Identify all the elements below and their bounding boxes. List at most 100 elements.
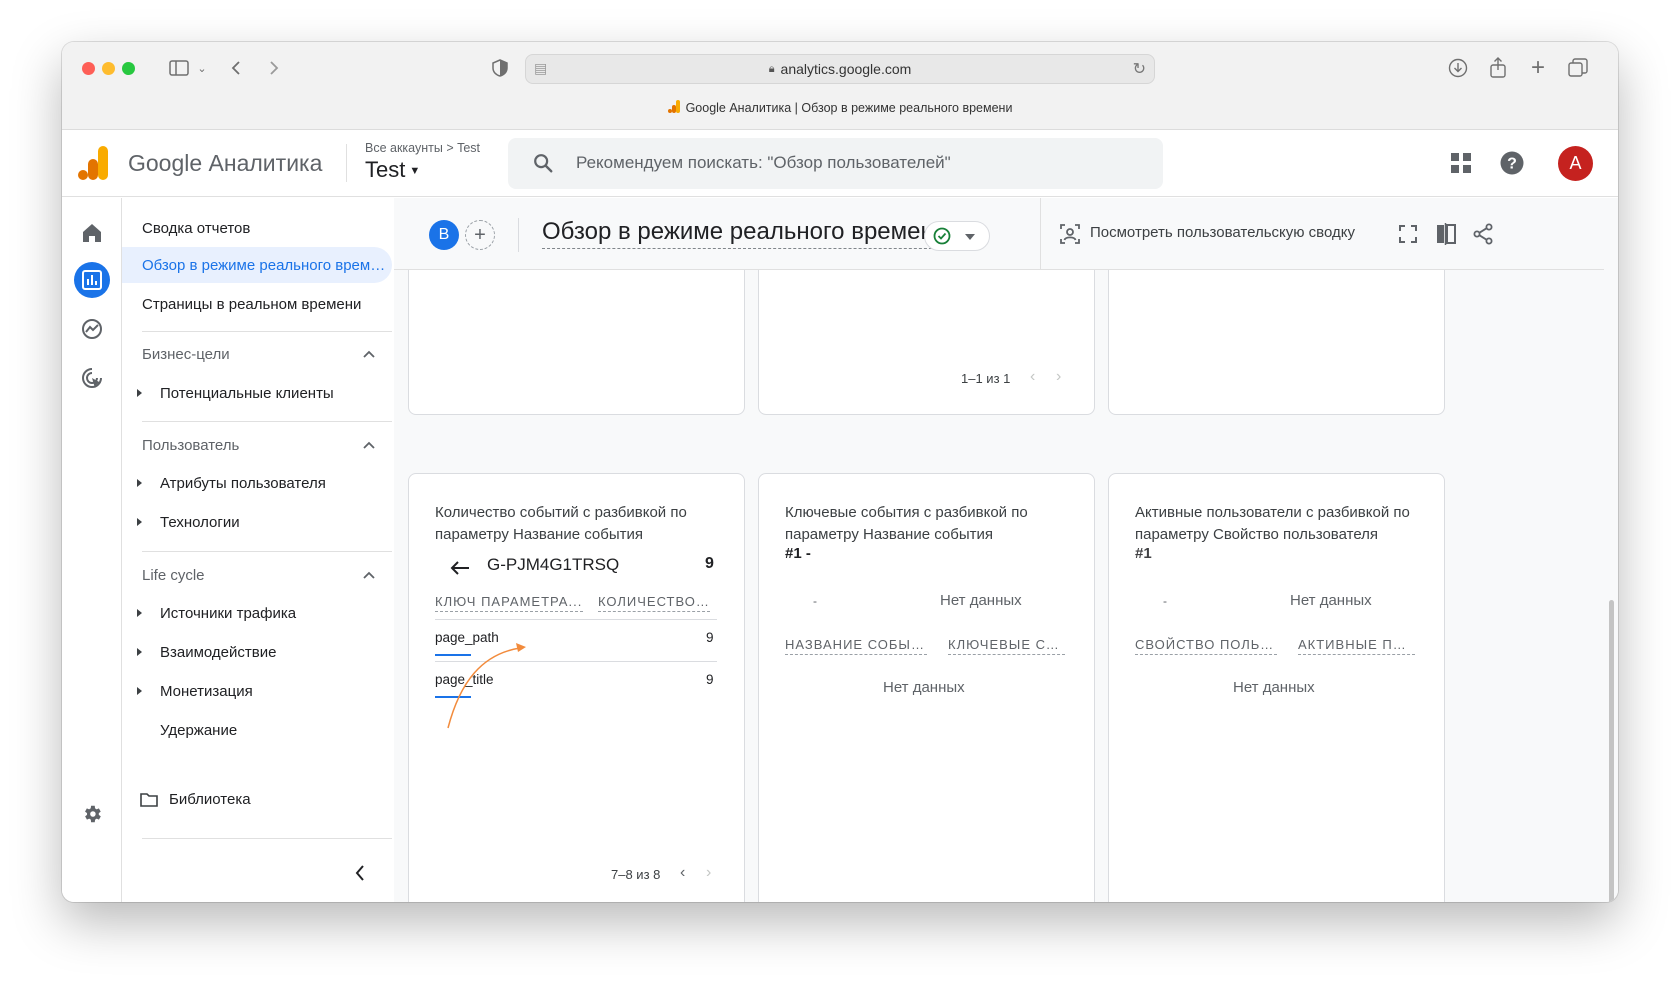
- new-tab-icon[interactable]: +: [1526, 54, 1550, 81]
- column-header-count[interactable]: КОЛИЧЕСТВО ...: [598, 594, 710, 612]
- nav-item-acquisition[interactable]: Источники трафика: [160, 605, 296, 622]
- column-header-param-key[interactable]: КЛЮЧ ПАРАМЕТРА...: [435, 594, 583, 612]
- nav-realtime-pages[interactable]: Страницы в реальном времени: [142, 296, 361, 313]
- home-icon: [83, 224, 101, 242]
- no-data-label: Нет данных: [940, 592, 1022, 609]
- zoom-window-button[interactable]: [122, 62, 135, 75]
- comparison-b-chip[interactable]: B: [429, 220, 459, 250]
- nav-item-engagement[interactable]: Взаимодействие: [160, 644, 276, 661]
- dash-label: -: [1163, 594, 1167, 608]
- pagination-label: 1–1 из 1: [961, 371, 1011, 386]
- next-page-icon[interactable]: ›: [706, 864, 711, 882]
- address-bar[interactable]: ▤ 🔒︎ analytics.google.com ↻: [525, 54, 1155, 84]
- forward-icon[interactable]: [264, 56, 284, 80]
- url-text: analytics.google.com: [780, 61, 912, 77]
- dropdown-arrow-icon: ▼: [409, 165, 421, 177]
- close-window-button[interactable]: [82, 62, 95, 75]
- column-header-active-users[interactable]: АКТИВНЫЕ ПО...: [1298, 637, 1415, 655]
- nav-item-tech[interactable]: Технологии: [160, 514, 240, 531]
- prev-page-icon[interactable]: ‹: [680, 864, 685, 882]
- view-user-snapshot-button[interactable]: Посмотреть пользовательскую сводку: [1090, 224, 1355, 241]
- nav-item-user-attributes[interactable]: Атрибуты пользователя: [160, 475, 326, 492]
- help-icon[interactable]: ?: [1498, 149, 1526, 177]
- user-snapshot-icon[interactable]: [1058, 222, 1082, 246]
- back-arrow-icon[interactable]: [450, 560, 470, 576]
- sidebar-toggle-icon[interactable]: [168, 56, 190, 80]
- account-breadcrumb[interactable]: Все аккаунты > Test: [365, 141, 480, 155]
- chevron-up-icon[interactable]: [362, 349, 376, 359]
- explore-button[interactable]: [74, 311, 110, 347]
- fullscreen-icon[interactable]: [1396, 222, 1420, 246]
- tab-title: Google Аналитика | Обзор в режиме реальн…: [685, 101, 1013, 115]
- svg-text:?: ?: [1507, 156, 1517, 173]
- nav-item-leads[interactable]: Потенциальные клиенты: [160, 385, 334, 402]
- scrollbar[interactable]: [1609, 600, 1614, 902]
- annotation-arrow-icon: [447, 643, 526, 729]
- search-placeholder: Рекомендуем поискать: "Обзор пользовател…: [576, 153, 951, 172]
- explore-icon: [82, 319, 102, 339]
- reload-icon[interactable]: ↻: [1133, 59, 1146, 79]
- minimize-window-button[interactable]: [102, 62, 115, 75]
- next-page-icon[interactable]: ›: [1056, 368, 1061, 386]
- search-bar[interactable]: Рекомендуем поискать: "Обзор пользовател…: [508, 138, 1163, 189]
- card-title: Количество событий с разбивкой по параме…: [435, 504, 687, 543]
- chevron-up-icon[interactable]: [362, 440, 376, 450]
- home-button[interactable]: [74, 215, 110, 251]
- nav-item-retention[interactable]: Удержание: [160, 722, 237, 739]
- folder-icon: [140, 793, 158, 807]
- drilldown-count: 9: [705, 555, 714, 572]
- table-no-data-label: Нет данных: [883, 679, 965, 696]
- downloads-icon[interactable]: [1446, 56, 1470, 80]
- back-icon[interactable]: [226, 56, 246, 80]
- settings-button[interactable]: [74, 796, 110, 832]
- share-report-icon[interactable]: [1471, 222, 1495, 246]
- account-selector[interactable]: Test ▼: [365, 157, 420, 183]
- expand-arrow-icon[interactable]: [137, 518, 142, 526]
- advertising-button[interactable]: [74, 360, 110, 396]
- page-menu-icon[interactable]: ▤: [534, 60, 547, 77]
- prev-page-icon[interactable]: ‹: [1030, 368, 1035, 386]
- expand-arrow-icon[interactable]: [137, 609, 142, 617]
- check-circle-icon: [933, 227, 951, 245]
- report-status-dropdown[interactable]: [924, 221, 990, 251]
- nav-reports-snapshot[interactable]: Сводка отчетов: [142, 220, 250, 237]
- drilldown-event-name: G-PJM4G1TRSQ: [487, 555, 620, 574]
- column-header-event-name[interactable]: НАЗВАНИЕ СОБЫТ...: [785, 637, 927, 655]
- report-toolbar: B + Обзор в режиме реального времени Пос…: [394, 198, 1604, 270]
- ga-brand-name[interactable]: Google Аналитика: [128, 150, 322, 177]
- nav-section-user[interactable]: Пользователь: [142, 437, 239, 454]
- compare-view-icon[interactable]: [1434, 222, 1458, 246]
- expand-arrow-icon[interactable]: [137, 687, 142, 695]
- chevron-up-icon[interactable]: [362, 570, 376, 580]
- nav-realtime-overview-label: Обзор в режиме реального времени: [142, 257, 387, 274]
- apps-grid-icon[interactable]: [1447, 149, 1475, 177]
- share-icon[interactable]: [1486, 56, 1510, 80]
- expand-arrow-icon[interactable]: [137, 479, 142, 487]
- nav-section-lifecycle[interactable]: Life cycle: [142, 567, 205, 584]
- active-tab[interactable]: Google Аналитика | Обзор в режиме реальн…: [62, 100, 1618, 116]
- divider: [518, 218, 519, 252]
- table-row-value: 9: [706, 630, 714, 645]
- add-comparison-button[interactable]: +: [465, 220, 495, 250]
- column-header-user-property[interactable]: СВОЙСТВО ПОЛЬЗ...: [1135, 637, 1277, 655]
- avatar[interactable]: A: [1558, 146, 1593, 181]
- ga-logo-icon[interactable]: [78, 146, 108, 180]
- dropdown-arrow-icon: [965, 234, 975, 240]
- tab-overview-icon[interactable]: [1566, 56, 1590, 80]
- collapse-nav-icon[interactable]: [354, 864, 366, 882]
- nav-section-business-objectives[interactable]: Бизнес-цели: [142, 346, 230, 363]
- reports-button[interactable]: [74, 262, 110, 298]
- divider: [1040, 198, 1041, 270]
- nav-item-monetization[interactable]: Монетизация: [160, 683, 253, 700]
- chevron-down-icon[interactable]: ⌄: [196, 56, 208, 80]
- expand-arrow-icon[interactable]: [137, 389, 142, 397]
- divider: [142, 838, 392, 839]
- column-header-key-events[interactable]: КЛЮЧЕВЫЕ СО...: [948, 637, 1065, 655]
- nav-library[interactable]: Библиотека: [169, 791, 251, 808]
- privacy-shield-icon[interactable]: [490, 56, 510, 80]
- page-title: Обзор в режиме реального времени: [542, 218, 948, 249]
- divider: [142, 331, 392, 332]
- gear-icon: [85, 805, 101, 823]
- expand-arrow-icon[interactable]: [137, 648, 142, 656]
- main-content: B + Обзор в режиме реального времени Пос…: [394, 198, 1618, 902]
